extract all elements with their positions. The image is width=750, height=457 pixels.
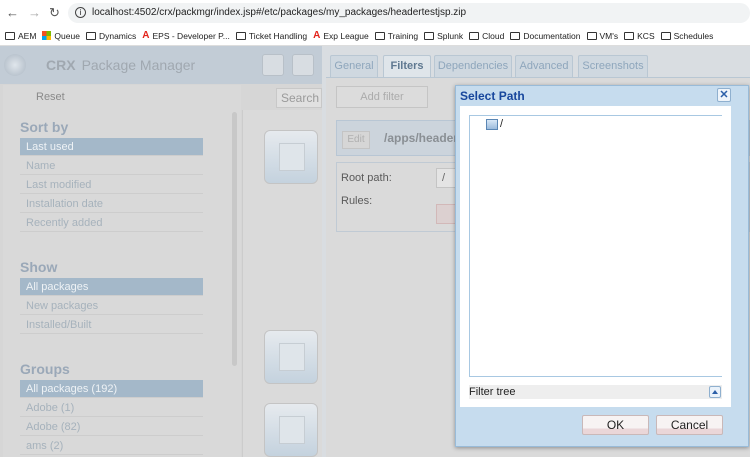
folder-icon — [374, 31, 385, 40]
bookmark-label: Schedules — [673, 30, 714, 41]
title: Package Manager — [81, 57, 196, 73]
bookmark-item[interactable]: A EPS - Developer P... — [142, 30, 230, 41]
bookmark-label: Queue — [54, 30, 80, 41]
bookmark-item[interactable]: Dynamics — [85, 30, 137, 41]
folder-icon — [586, 31, 597, 40]
folder-icon — [660, 31, 671, 40]
bookmark-item[interactable]: Documentation — [510, 30, 581, 41]
bookmark-item[interactable]: A Exp League — [313, 30, 369, 41]
bookmark-item[interactable]: AEM — [5, 31, 36, 41]
sidebar-item[interactable]: All packages (192) — [20, 380, 203, 398]
bookmark-label: EPS - Developer P... — [152, 30, 230, 41]
bookmark-label: KCS — [637, 30, 655, 41]
path-tree — [469, 115, 722, 377]
tab-dependencies[interactable]: Dependencies — [434, 55, 512, 77]
bookmark-item[interactable]: KCS — [624, 30, 655, 41]
ok-button[interactable]: OK — [582, 415, 649, 435]
sidebar-item[interactable]: ams (2) — [20, 437, 203, 455]
folder-icon — [5, 31, 15, 40]
tab-screenshots[interactable]: Screenshots — [578, 55, 648, 77]
app-title: CRX Package Manager — [46, 57, 195, 73]
package-tool-icon[interactable] — [292, 54, 314, 76]
bookmark-item[interactable]: Training — [374, 30, 419, 41]
reload-icon[interactable]: ↻ — [49, 5, 60, 21]
microsoft-icon — [42, 31, 52, 40]
tree-node-root[interactable]: / — [500, 118, 503, 130]
section-title: Show — [20, 259, 58, 275]
sidebar-item[interactable]: Adobe (82) — [20, 418, 203, 436]
edit-filter-button[interactable]: Edit — [342, 131, 370, 149]
bookmark-label: Ticket Handling — [248, 30, 308, 41]
section-title: Sort by — [20, 119, 69, 135]
folder-icon — [510, 31, 521, 40]
bookmark-item[interactable]: Schedules — [660, 30, 714, 41]
sidebar-item[interactable]: Recently added — [20, 214, 203, 232]
adobe-icon: A — [313, 30, 321, 41]
folder-icon — [85, 31, 96, 40]
url-text: localhost:4502/crx/packmgr/index.jsp#/et… — [92, 7, 467, 18]
bookmark-label: Documentation — [523, 30, 581, 41]
search-input[interactable]: Search p — [276, 88, 329, 108]
expand-up-icon[interactable] — [709, 386, 721, 398]
bookmark-item[interactable]: Splunk — [424, 31, 463, 41]
bookmark-label: VM's — [599, 30, 619, 41]
sidebar-scrollbar[interactable] — [232, 112, 237, 366]
bookmark-label: Exp League — [323, 30, 369, 41]
filter-tree-bar[interactable]: Filter tree — [469, 385, 722, 399]
package-icon[interactable] — [264, 330, 318, 384]
bookmarks-bar: AEM Queue Dynamics A EPS - Developer P... Tic… — [0, 26, 750, 46]
back-icon[interactable]: ← — [6, 5, 19, 20]
add-filter-button[interactable]: Add filter — [336, 86, 428, 108]
close-icon[interactable]: ✕ — [717, 88, 731, 102]
cancel-button[interactable]: Cancel — [656, 415, 723, 435]
tab-advanced[interactable]: Advanced — [515, 55, 573, 77]
bookmark-label: Splunk — [437, 30, 464, 41]
build-tool-icon[interactable] — [262, 54, 284, 76]
sidebar-item[interactable]: Last used — [20, 138, 203, 156]
package-icon[interactable] — [264, 403, 318, 457]
sidebar-item[interactable]: Installed/Built — [20, 316, 203, 334]
forward-icon[interactable]: → — [28, 5, 41, 20]
folder-icon — [469, 31, 480, 40]
folder-icon — [624, 31, 635, 40]
repository-node-icon[interactable] — [486, 119, 498, 130]
add-rule-button[interactable] — [436, 204, 456, 224]
reset-button[interactable]: Reset — [36, 91, 65, 103]
section-title: Groups — [20, 361, 70, 377]
tab-general[interactable]: General — [330, 55, 378, 77]
bookmark-item[interactable]: Cloud — [469, 31, 504, 41]
folder-icon — [424, 31, 435, 40]
bookmark-item[interactable]: Ticket Handling — [235, 30, 308, 41]
filter-path: /apps/header — [384, 131, 459, 145]
site-info-icon[interactable]: i — [75, 7, 86, 18]
bookmark-label: Training — [387, 30, 419, 41]
sidebar-item[interactable]: All packages — [20, 278, 203, 296]
package-icon[interactable] — [264, 130, 318, 184]
adobe-icon: A — [142, 30, 150, 41]
brand: CRX — [46, 57, 76, 73]
bookmark-label: AEM — [18, 30, 37, 41]
bookmark-label: Cloud — [482, 30, 505, 41]
sidebar-item[interactable]: Adobe (1) — [20, 399, 203, 417]
bookmark-item[interactable]: Queue — [42, 31, 80, 41]
sidebar-item[interactable]: Name — [20, 157, 203, 175]
bookmark-item[interactable]: VM's — [586, 30, 619, 41]
crx-logo-icon — [4, 54, 26, 76]
sidebar-item[interactable]: Last modified — [20, 176, 203, 194]
rules-label: Rules: — [341, 195, 373, 207]
tab-filters[interactable]: Filters — [383, 55, 431, 77]
dialog-title: Select Path — [460, 89, 525, 103]
sidebar-item[interactable]: Installation date — [20, 195, 203, 213]
address-bar[interactable]: i localhost:4502/crx/packmgr/index.jsp#/e… — [68, 3, 750, 23]
bookmark-label: Dynamics — [98, 30, 137, 41]
folder-icon — [235, 31, 246, 40]
root-path-label: Root path: — [341, 172, 392, 184]
sidebar-item[interactable]: New packages — [20, 297, 203, 315]
